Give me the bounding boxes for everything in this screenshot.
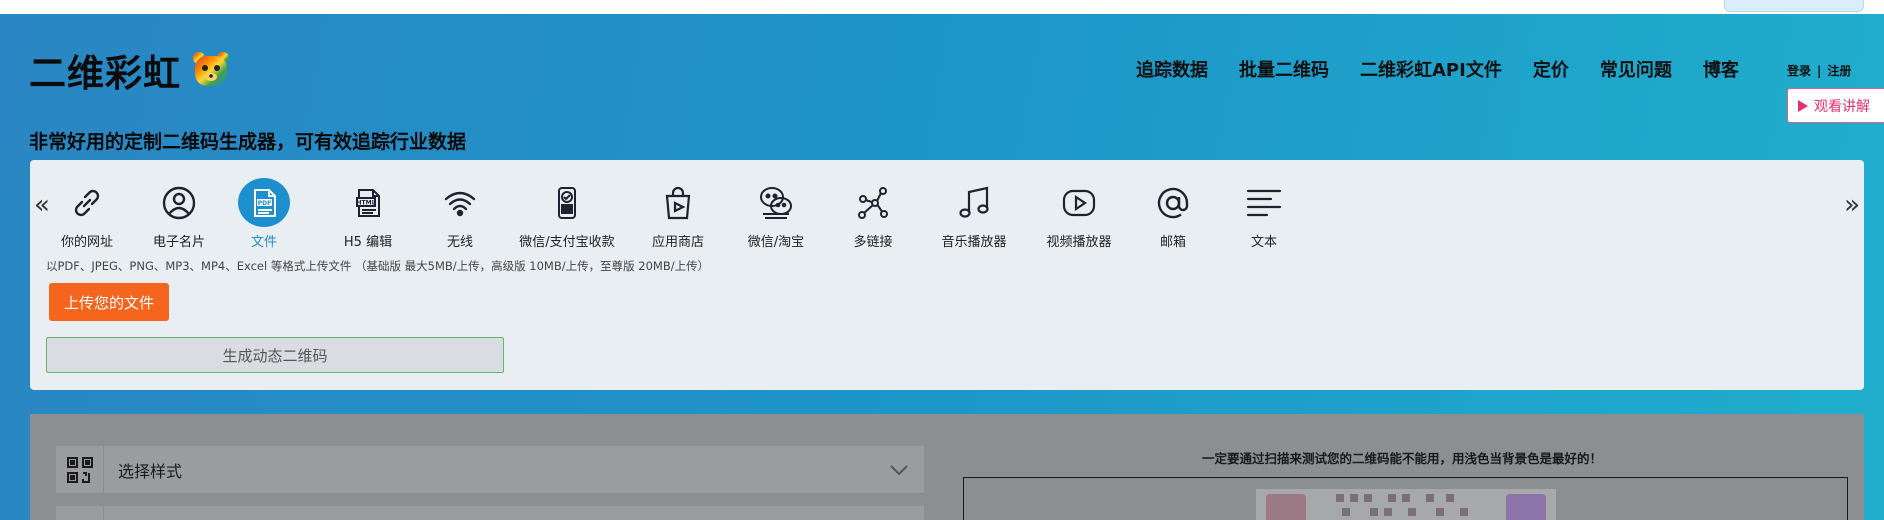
type-video-player-label: 视频播放器 (1046, 235, 1112, 250)
logo-text: 二维彩虹 (29, 52, 181, 95)
type-text-label: 文本 (1250, 235, 1277, 250)
type-url[interactable]: 你的网址 (51, 178, 123, 250)
type-app-store-label: 应用商店 (651, 235, 704, 250)
next-arrow-icon[interactable]: » (1844, 192, 1860, 218)
nav-blog[interactable]: 博客 (1703, 56, 1739, 82)
type-file-label: 文件 (250, 235, 277, 250)
upload-hint: 以PDF、JPEG、PNG、MP3、MP4、Excel 等格式上传文件 （基础版… (46, 259, 710, 273)
type-wechat-taobao-label: 微信/淘宝 (747, 235, 805, 250)
nav-api-docs[interactable]: 二维彩虹API文件 (1360, 56, 1502, 82)
nav-batch-qrcode[interactable]: 批量二维码 (1239, 56, 1329, 82)
type-wifi[interactable]: 无线 (424, 178, 496, 250)
wechat-icon (750, 178, 802, 227)
qr-finder-right (1506, 494, 1546, 520)
text-lines-icon (1238, 178, 1290, 227)
watch-tutorial-button[interactable]: 观看讲解 (1787, 88, 1884, 123)
type-payment-label: 微信/支付宝收款 (519, 235, 615, 250)
browser-top-strip (0, 0, 1884, 14)
rainbow-bear-icon (193, 52, 229, 86)
prev-arrow-icon[interactable]: « (34, 192, 50, 218)
type-wechat-taobao[interactable]: 微信/淘宝 (736, 178, 816, 250)
type-multi-link[interactable]: 多链接 (837, 178, 909, 250)
svg-text:HTML: HTML (357, 199, 376, 206)
qr-style-icon (56, 445, 104, 494)
type-vcard-label: 电子名片 (152, 235, 205, 250)
music-note-icon (948, 178, 1000, 227)
settings-section: 选择样式 一定要通过扫描来测试您的二维码能不能用，用浅色当背景色是最好的！ (30, 414, 1864, 520)
watch-tutorial-label: 观看讲解 (1814, 98, 1870, 115)
type-vcard[interactable]: 电子名片 (143, 178, 215, 250)
share-nodes-icon (847, 178, 899, 227)
style-select[interactable]: 选择样式 (56, 445, 924, 494)
type-email-label: 邮箱 (1159, 235, 1186, 250)
auth-separator: | (1817, 63, 1822, 78)
type-app-store[interactable]: 应用商店 (642, 178, 714, 250)
at-sign-icon (1147, 178, 1199, 227)
scan-test-notice: 一定要通过扫描来测试您的二维码能不能用，用浅色当背景色是最好的！ (1202, 451, 1603, 466)
shopping-bag-icon (652, 178, 704, 227)
wifi-icon (434, 178, 486, 227)
chevron-down-icon (890, 465, 908, 476)
top-right-button[interactable] (1724, 0, 1864, 12)
html-file-icon: HTML (342, 178, 394, 227)
type-video-player[interactable]: 视频播放器 (1034, 178, 1124, 250)
second-option-row[interactable] (56, 506, 924, 520)
type-file[interactable]: PDF 文件 (234, 178, 294, 250)
qr-preview-image (1256, 489, 1556, 520)
nav-tracking-data[interactable]: 追踪数据 (1136, 56, 1208, 82)
qr-type-card: « » 你的网址 电子名片 PDF 文件 HTML H5 编辑 无线 微信/支付… (30, 160, 1864, 390)
payment-icon (541, 178, 593, 227)
svg-text:PDF: PDF (258, 200, 271, 207)
tagline: 非常好用的定制二维码生成器，可有效追踪行业数据 (29, 131, 467, 153)
type-payment[interactable]: 微信/支付宝收款 (515, 178, 619, 250)
type-url-label: 你的网址 (60, 235, 113, 250)
qr-modules (1336, 494, 1468, 516)
generate-dynamic-qr-button[interactable]: 生成动态二维码 (46, 337, 504, 373)
type-h5-editor-label: H5 编辑 (343, 235, 393, 250)
link-icon (61, 178, 113, 227)
type-music-player[interactable]: 音乐播放器 (929, 178, 1019, 250)
type-text[interactable]: 文本 (1234, 178, 1294, 250)
video-play-icon (1053, 178, 1105, 227)
type-wifi-label: 无线 (446, 235, 473, 250)
user-icon (153, 178, 205, 227)
auth-links: 登录 | 注册 (1787, 62, 1851, 79)
play-icon (1798, 99, 1808, 112)
type-music-player-label: 音乐播放器 (941, 235, 1007, 250)
style-select-label: 选择样式 (118, 461, 183, 481)
second-option-icon (56, 506, 104, 520)
type-multi-link-label: 多链接 (853, 235, 893, 250)
login-link[interactable]: 登录 (1787, 62, 1811, 79)
type-email[interactable]: 邮箱 (1143, 178, 1203, 250)
main-nav: 追踪数据 批量二维码 二维彩虹API文件 定价 常见问题 博客 (1136, 56, 1739, 82)
nav-pricing[interactable]: 定价 (1533, 56, 1569, 82)
upload-file-button[interactable]: 上传您的文件 (49, 283, 169, 321)
logo[interactable]: 二维彩虹 (29, 46, 231, 95)
qr-finder-left (1266, 494, 1306, 520)
type-h5-editor[interactable]: HTML H5 编辑 (332, 178, 404, 250)
pdf-file-icon: PDF (238, 178, 290, 227)
register-link[interactable]: 注册 (1827, 62, 1851, 79)
nav-faq[interactable]: 常见问题 (1600, 56, 1672, 82)
